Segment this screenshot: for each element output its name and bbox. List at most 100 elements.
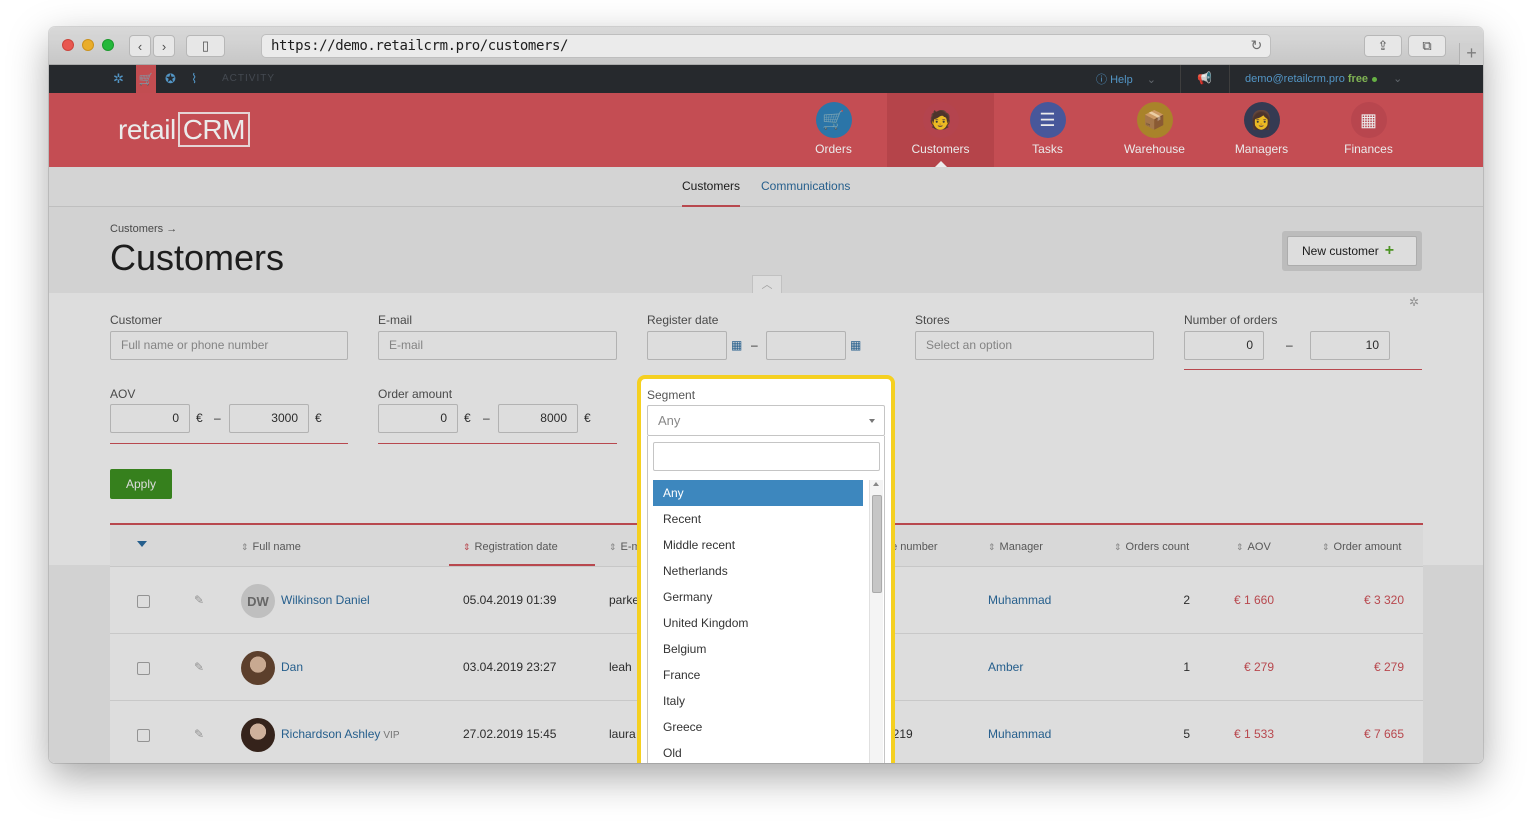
edit-pencil-icon[interactable]: ✎ bbox=[194, 593, 204, 607]
orders-count-from-input[interactable]: 0 bbox=[1184, 331, 1264, 360]
close-window-button[interactable] bbox=[62, 39, 74, 51]
tab-customers[interactable]: Customers bbox=[682, 179, 741, 207]
aov-from-input[interactable]: 0 bbox=[110, 404, 190, 433]
segment-option-middle-recent[interactable]: Middle recent bbox=[653, 532, 863, 558]
registration-date: 27.02.2019 15:45 bbox=[463, 727, 557, 741]
row-checkbox[interactable] bbox=[137, 729, 150, 742]
minimize-window-button[interactable] bbox=[82, 39, 94, 51]
settings-gear-icon[interactable]: ✲ bbox=[113, 71, 124, 87]
customer-filter-input[interactable]: Full name or phone number bbox=[110, 331, 348, 360]
order-amount-from-input[interactable]: 0 bbox=[378, 404, 458, 433]
nav-managers-label: Managers bbox=[1234, 142, 1289, 156]
segment-option-italy[interactable]: Italy bbox=[653, 688, 863, 714]
tabs-icon: ⧉ bbox=[1422, 38, 1432, 53]
column-registration-date[interactable]: ⇕ Registration date bbox=[449, 541, 595, 566]
nav-customers[interactable]: 🧑 Customers bbox=[887, 93, 994, 167]
dropdown-scrollbar[interactable] bbox=[869, 480, 883, 763]
column-order-amount-label: Order amount bbox=[1333, 541, 1402, 553]
row-checkbox[interactable] bbox=[137, 662, 150, 675]
browser-toolbar: ‹ › ▯ https://demo.retailcrm.pro/custome… bbox=[49, 27, 1483, 65]
segment-option-belgium[interactable]: Belgium bbox=[653, 636, 863, 662]
analytics-icon[interactable]: ⌇ bbox=[191, 71, 197, 87]
customer-name-link[interactable]: Dan bbox=[281, 660, 303, 674]
megaphone-icon[interactable]: 📢 bbox=[1197, 71, 1212, 85]
column-manager[interactable]: ⇕ Manager bbox=[988, 541, 1043, 553]
segment-option-recent[interactable]: Recent bbox=[653, 506, 863, 532]
nav-finances[interactable]: ▦ Finances bbox=[1315, 93, 1422, 167]
segment-option-netherlands[interactable]: Netherlands bbox=[653, 558, 863, 584]
range-dash: – bbox=[751, 338, 758, 352]
column-aov[interactable]: ⇕ AOV bbox=[1236, 541, 1271, 553]
segment-option-greece[interactable]: Greece bbox=[653, 714, 863, 740]
tabs-overview-button[interactable]: ⧉ bbox=[1408, 35, 1446, 57]
orders-count-to-input[interactable]: 10 bbox=[1310, 331, 1390, 360]
nav-tasks[interactable]: ☰ Tasks bbox=[994, 93, 1101, 167]
filter-settings-icon[interactable]: ✲ bbox=[1409, 295, 1419, 309]
new-customer-button[interactable]: New customer + bbox=[1282, 231, 1422, 271]
topbar-cart-icon[interactable]: 🛒 bbox=[136, 65, 156, 93]
calendar-icon[interactable]: ▦ bbox=[731, 338, 742, 352]
bulk-select-dropdown-icon[interactable] bbox=[137, 541, 147, 547]
manager-icon: 👩 bbox=[1243, 102, 1280, 138]
column-full-name[interactable]: ⇕ Full name bbox=[241, 541, 301, 553]
logo-crm: CRM bbox=[177, 112, 250, 147]
segment-option-united-kingdom[interactable]: United Kingdom bbox=[653, 610, 863, 636]
zoom-window-button[interactable] bbox=[102, 39, 114, 51]
avatar bbox=[241, 651, 275, 685]
apply-button[interactable]: Apply bbox=[110, 469, 172, 499]
sidebar-icon: ▯ bbox=[201, 38, 210, 53]
manager-link[interactable]: Amber bbox=[988, 660, 1023, 674]
aov-to-input[interactable]: 3000 bbox=[229, 404, 309, 433]
order-amount-to-input[interactable]: 8000 bbox=[498, 404, 578, 433]
sidebar-toggle-button[interactable]: ▯ bbox=[186, 35, 225, 57]
calendar-icon[interactable]: ▦ bbox=[850, 338, 861, 352]
currency-symbol: € bbox=[315, 411, 322, 425]
avatar: DW bbox=[241, 584, 275, 618]
column-orders-count[interactable]: ⇕ Orders count bbox=[1114, 541, 1189, 553]
share-button[interactable]: ⇪ bbox=[1364, 35, 1402, 57]
edit-pencil-icon[interactable]: ✎ bbox=[194, 660, 204, 674]
retailcrm-logo[interactable]: retail CRM bbox=[118, 112, 250, 147]
column-order-amount[interactable]: ⇕ Order amount bbox=[1322, 541, 1401, 553]
manager-link[interactable]: Muhammad bbox=[988, 727, 1051, 741]
stores-select[interactable]: Select an option bbox=[915, 331, 1154, 360]
segment-search-input[interactable] bbox=[653, 442, 880, 471]
segment-option-any[interactable]: Any bbox=[653, 480, 863, 506]
edit-pencil-icon[interactable]: ✎ bbox=[194, 727, 204, 741]
reload-icon[interactable]: ↻ bbox=[1251, 35, 1263, 57]
lifebuoy-icon[interactable]: ✪ bbox=[165, 71, 176, 87]
plan-badge: free bbox=[1347, 73, 1369, 85]
range-dash: – bbox=[214, 411, 221, 425]
segment-option-old[interactable]: Old bbox=[653, 740, 863, 763]
user-menu[interactable]: demo@retailcrm.pro free ⌄ bbox=[1245, 72, 1402, 85]
logo-retail: retail bbox=[118, 114, 176, 145]
forward-button[interactable]: › bbox=[153, 35, 175, 57]
register-date-to-input[interactable] bbox=[766, 331, 846, 360]
email-filter-label: E-mail bbox=[378, 313, 413, 327]
activity-label[interactable]: ACTIVITY bbox=[222, 73, 275, 84]
help-menu[interactable]: ⓘ Help ⌄ bbox=[1096, 71, 1156, 87]
aov-filter-label: AOV bbox=[110, 387, 136, 401]
register-date-from-input[interactable] bbox=[647, 331, 727, 360]
scrollbar-thumb[interactable] bbox=[872, 495, 882, 593]
nav-warehouse[interactable]: 📦 Warehouse bbox=[1101, 93, 1208, 167]
nav-orders[interactable]: 🛒 Orders bbox=[780, 93, 887, 167]
nav-managers[interactable]: 👩 Managers bbox=[1208, 93, 1315, 167]
tab-communications[interactable]: Communications bbox=[761, 179, 850, 193]
manager-link[interactable]: Muhammad bbox=[988, 593, 1051, 607]
plus-icon: + bbox=[1384, 242, 1395, 259]
email-filter-input[interactable]: E-mail bbox=[378, 331, 617, 360]
segment-option-germany[interactable]: Germany bbox=[653, 584, 863, 610]
customer-name-link[interactable]: Richardson Ashley VIP bbox=[281, 727, 400, 741]
collapse-filters-button[interactable]: ︿ bbox=[752, 275, 782, 293]
back-button[interactable]: ‹ bbox=[129, 35, 151, 57]
customer-name-link[interactable]: Wilkinson Daniel bbox=[281, 593, 370, 607]
segment-option-france[interactable]: France bbox=[653, 662, 863, 688]
scroll-up-icon[interactable] bbox=[873, 482, 879, 486]
address-bar[interactable]: https://demo.retailcrm.pro/customers/ ↻ bbox=[261, 34, 1271, 58]
breadcrumb[interactable]: Customers → bbox=[110, 223, 177, 235]
row-checkbox[interactable] bbox=[137, 595, 150, 608]
segment-select[interactable]: Any bbox=[647, 405, 885, 436]
avatar bbox=[241, 718, 275, 752]
new-tab-button[interactable]: + bbox=[1459, 43, 1483, 65]
